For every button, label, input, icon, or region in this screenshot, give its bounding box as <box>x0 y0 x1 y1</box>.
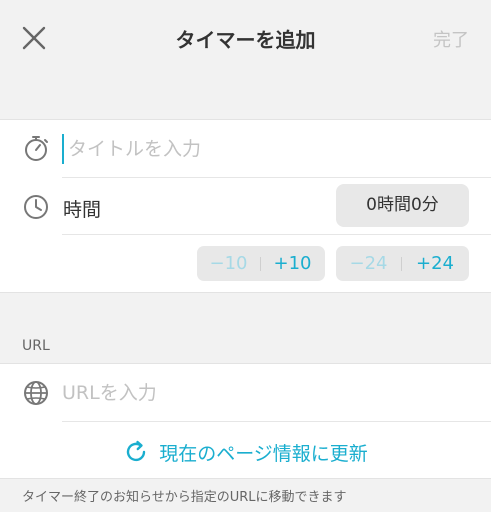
stopwatch-icon <box>22 134 50 162</box>
divider <box>62 234 491 235</box>
plus-24-button[interactable]: +24 <box>402 246 468 281</box>
refresh-icon <box>127 440 146 462</box>
time-label: 時間 <box>63 199 102 221</box>
minutes-adjuster: −10 +10 <box>197 246 325 281</box>
footer-note: タイマー終了のお知らせから指定のURLに移動できます <box>22 490 347 505</box>
plus-10-button[interactable]: +10 <box>261 246 324 281</box>
minus-24-button[interactable]: −24 <box>336 246 401 281</box>
url-card: 現在のページ情報に更新 <box>0 363 491 479</box>
divider <box>62 421 491 422</box>
page-title: タイマーを追加 <box>175 28 316 52</box>
clock-icon <box>22 193 50 221</box>
done-button[interactable]: 完了 <box>433 26 469 52</box>
time-value-button[interactable]: 0時間0分 <box>336 184 469 227</box>
timer-card: 時間 0時間0分 −10 +10 −24 +24 <box>0 119 491 293</box>
globe-icon <box>22 379 50 407</box>
url-section-label: URL <box>22 338 50 354</box>
header: タイマーを追加 完了 <box>0 0 491 76</box>
timer-title-input[interactable] <box>62 134 482 164</box>
refresh-page-info-button[interactable]: 現在のページ情報に更新 <box>0 437 491 467</box>
minus-10-button[interactable]: −10 <box>197 246 260 281</box>
divider <box>62 177 491 178</box>
refresh-label: 現在のページ情報に更新 <box>159 442 368 465</box>
hours-adjuster: −24 +24 <box>336 246 469 281</box>
url-input[interactable] <box>62 378 482 408</box>
